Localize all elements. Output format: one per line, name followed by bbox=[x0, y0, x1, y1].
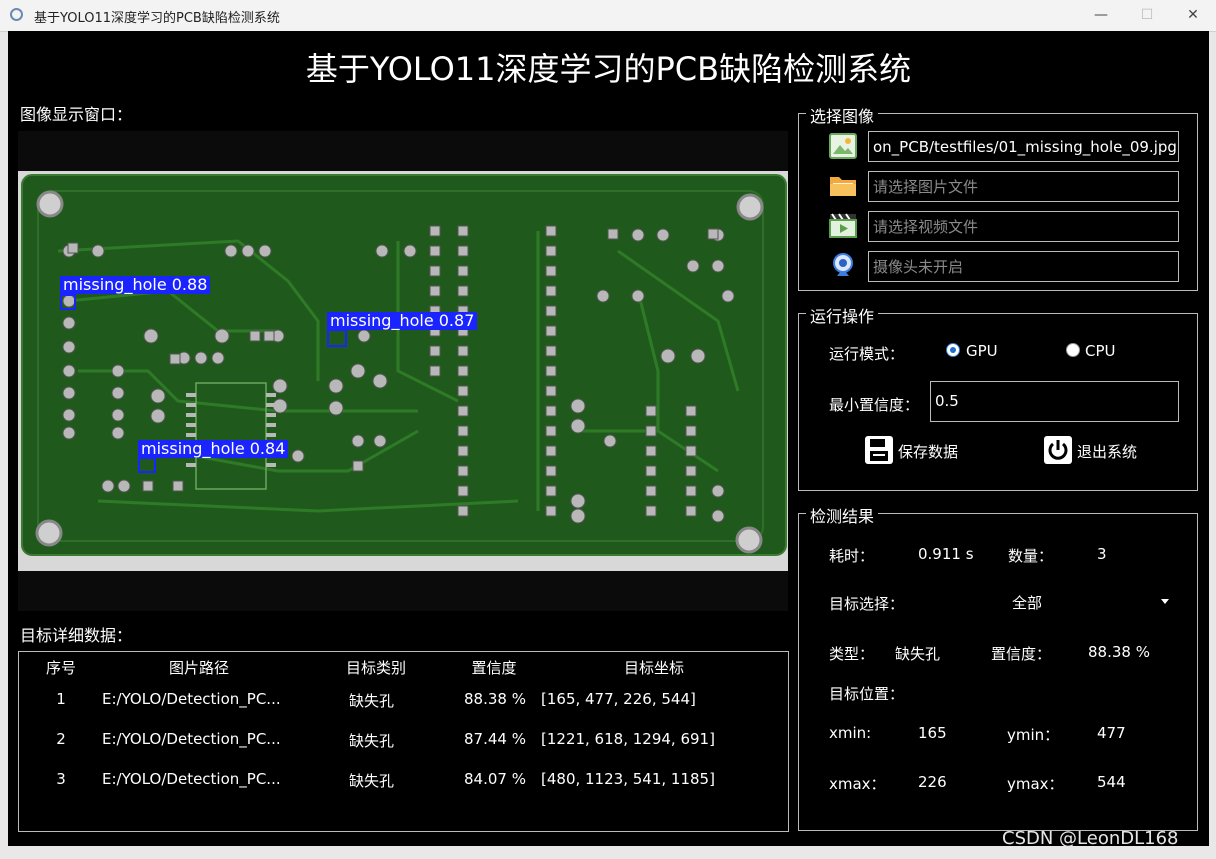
cpu-label[interactable]: CPU bbox=[1085, 342, 1116, 360]
video-icon[interactable] bbox=[829, 212, 857, 238]
minimize-button[interactable]: — bbox=[1078, 0, 1124, 31]
gpu-radio[interactable] bbox=[946, 343, 960, 357]
detail-data-label: 目标详细数据： bbox=[20, 626, 133, 645]
confidence-label: 置信度： bbox=[991, 645, 1052, 663]
ymax-value: 544 bbox=[1097, 773, 1126, 791]
row-class: 缺失孔 bbox=[349, 732, 395, 750]
detection-label-3: missing_hole 0.84 bbox=[138, 440, 289, 458]
exit-system-button[interactable]: 退出系统 bbox=[1043, 435, 1163, 467]
save-icon bbox=[865, 436, 893, 464]
ymax-label: ymax： bbox=[1007, 775, 1064, 793]
operation-title: 运行操作 bbox=[806, 303, 879, 327]
time-label: 耗时： bbox=[829, 547, 875, 565]
row-path: E:/YOLO/Detection_PC... bbox=[102, 770, 281, 788]
app-title: 基于YOLO11深度学习的PCB缺陷检测系统 bbox=[305, 50, 912, 88]
row-index: 2 bbox=[56, 730, 66, 748]
row-class: 缺失孔 bbox=[349, 772, 395, 790]
xmin-label: xmin: bbox=[829, 724, 872, 742]
app-icon bbox=[10, 8, 23, 21]
xmin-value: 165 bbox=[918, 724, 947, 742]
count-value: 3 bbox=[1097, 545, 1107, 563]
row-class: 缺失孔 bbox=[349, 692, 395, 710]
type-value: 缺失孔 bbox=[895, 645, 941, 663]
window-title: 基于YOLO11深度学习的PCB缺陷检测系统 bbox=[34, 11, 280, 26]
watermark: CSDN @LeonDL168 bbox=[1002, 828, 1179, 849]
camera-field[interactable]: 摄像头未开启 bbox=[868, 251, 1179, 282]
min-confidence-input[interactable]: 0.5 bbox=[930, 381, 1179, 422]
row-confidence: 84.07 % bbox=[464, 770, 526, 788]
camera-icon[interactable] bbox=[829, 252, 857, 278]
target-position-label: 目标位置： bbox=[829, 685, 905, 703]
row-coordinates: [165, 477, 226, 544] bbox=[541, 690, 696, 708]
maximize-button[interactable]: ☐ bbox=[1124, 0, 1170, 31]
row-path: E:/YOLO/Detection_PC... bbox=[102, 690, 281, 708]
detection-box-2 bbox=[327, 329, 347, 347]
run-mode-label: 运行模式： bbox=[829, 345, 905, 363]
save-data-label: 保存数据 bbox=[898, 443, 959, 461]
pcb-image bbox=[18, 171, 788, 571]
detection-box-3 bbox=[138, 457, 156, 473]
save-data-button[interactable]: 保存数据 bbox=[864, 435, 984, 467]
row-coordinates: [1221, 618, 1294, 691] bbox=[541, 730, 715, 748]
ymin-value: 477 bbox=[1097, 724, 1126, 742]
cpu-radio[interactable] bbox=[1066, 343, 1080, 357]
detection-label-2: missing_hole 0.87 bbox=[327, 312, 478, 330]
detail-table: 序号 图片路径 目标类别 置信度 目标坐标 1 E:/YOLO/Detectio… bbox=[18, 651, 789, 832]
ymin-label: ymin： bbox=[1007, 726, 1060, 744]
image-path-field[interactable]: on_PCB/testfiles/01_missing_hole_09.jpg bbox=[868, 131, 1179, 162]
xmax-value: 226 bbox=[918, 773, 947, 791]
row-coordinates: [480, 1123, 541, 1185] bbox=[541, 770, 715, 788]
chevron-down-icon bbox=[1161, 599, 1169, 604]
header-confidence: 置信度 bbox=[471, 659, 517, 677]
header-index: 序号 bbox=[45, 659, 76, 677]
image-icon[interactable] bbox=[829, 133, 857, 159]
gpu-label[interactable]: GPU bbox=[966, 342, 998, 360]
detection-box-1 bbox=[60, 294, 76, 310]
table-row[interactable]: 2 E:/YOLO/Detection_PC... 缺失孔 87.44 % [1… bbox=[19, 722, 788, 762]
table-row[interactable]: 3 E:/YOLO/Detection_PC... 缺失孔 84.07 % [4… bbox=[19, 762, 788, 802]
image-window-label: 图像显示窗口： bbox=[20, 105, 133, 124]
target-select-dropdown[interactable]: 全部 bbox=[930, 586, 1180, 616]
row-confidence: 88.38 % bbox=[464, 690, 526, 708]
table-row[interactable]: 1 E:/YOLO/Detection_PC... 缺失孔 88.38 % [1… bbox=[19, 682, 788, 722]
exit-system-label: 退出系统 bbox=[1077, 443, 1138, 461]
folder-icon[interactable] bbox=[829, 172, 857, 198]
row-path: E:/YOLO/Detection_PC... bbox=[102, 730, 281, 748]
window-title-bar: 基于YOLO11深度学习的PCB缺陷检测系统 — ☐ ✕ bbox=[0, 0, 1216, 32]
target-select-value: 全部 bbox=[1012, 594, 1043, 612]
results-title: 检测结果 bbox=[806, 503, 879, 527]
row-confidence: 87.44 % bbox=[464, 730, 526, 748]
type-label: 类型： bbox=[829, 645, 875, 663]
detection-label-1: missing_hole 0.88 bbox=[60, 276, 211, 294]
xmax-label: xmax： bbox=[829, 775, 886, 793]
power-icon bbox=[1044, 436, 1072, 464]
min-confidence-label: 最小置信度： bbox=[829, 396, 920, 414]
header-path: 图片路径 bbox=[168, 659, 229, 677]
time-value: 0.911 s bbox=[918, 545, 974, 563]
row-index: 1 bbox=[56, 690, 66, 708]
close-button[interactable]: ✕ bbox=[1170, 0, 1216, 31]
header-class: 目标类别 bbox=[345, 659, 406, 677]
target-select-label: 目标选择： bbox=[829, 595, 905, 613]
row-index: 3 bbox=[56, 770, 66, 788]
confidence-value: 88.38 % bbox=[1088, 643, 1150, 661]
header-coordinates: 目标坐标 bbox=[623, 659, 684, 677]
select-image-title: 选择图像 bbox=[806, 103, 879, 127]
video-file-field[interactable]: 请选择视频文件 bbox=[868, 211, 1179, 242]
count-label: 数量： bbox=[1008, 547, 1054, 565]
image-file-field[interactable]: 请选择图片文件 bbox=[868, 171, 1179, 202]
